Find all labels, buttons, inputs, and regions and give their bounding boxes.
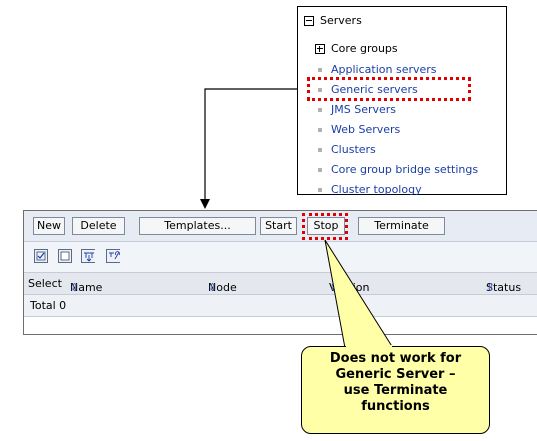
callout-line: use Terminate: [343, 383, 448, 398]
callout-note: Does not work for Generic Server – use T…: [301, 346, 490, 434]
callout-line: Does not work for: [329, 351, 462, 366]
callout-seam: [346, 345, 392, 348]
callout-line: Generic Server –: [335, 367, 456, 382]
callout-line: functions: [361, 399, 430, 414]
